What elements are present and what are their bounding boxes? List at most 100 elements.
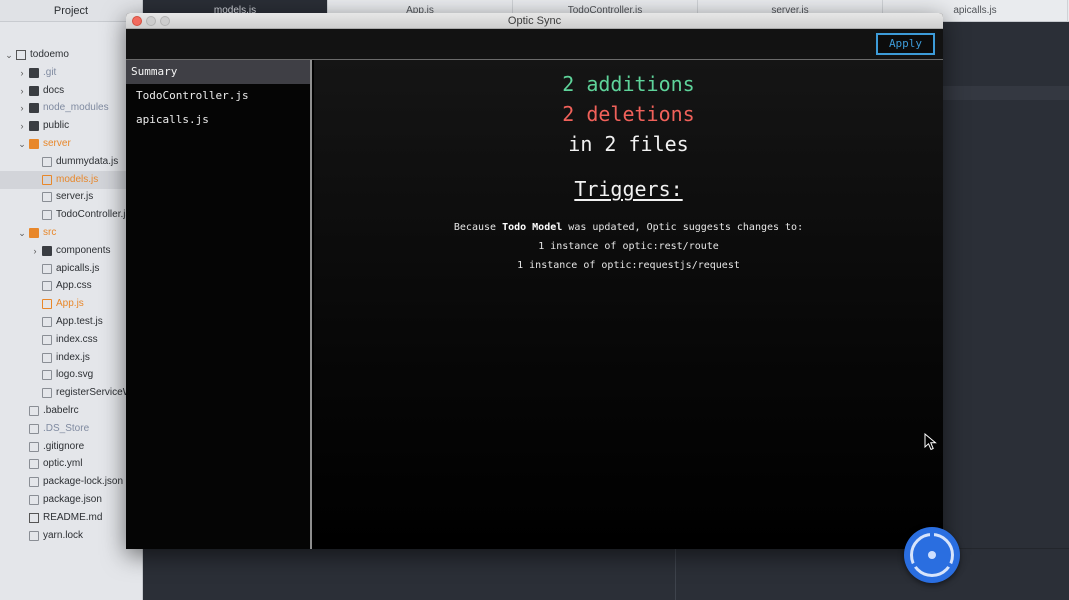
tree-item-label: yarn.lock bbox=[43, 529, 84, 541]
tree-item-label: server bbox=[43, 138, 71, 149]
tree-item[interactable]: apicalls.js bbox=[0, 260, 143, 278]
tree-item-label: index.css bbox=[56, 333, 98, 345]
file-icon bbox=[29, 495, 39, 505]
tree-item[interactable]: models.js bbox=[0, 170, 143, 189]
tree-item-label: README.md bbox=[43, 511, 103, 523]
tree-item[interactable]: ⌄ src bbox=[0, 224, 143, 242]
tree-item-label: .git bbox=[43, 66, 57, 78]
window-toolbar: Apply bbox=[126, 29, 943, 60]
file-icon bbox=[42, 388, 52, 399]
tree-item[interactable]: App.test.js bbox=[0, 313, 143, 331]
trigger-model-name: Todo Model bbox=[502, 222, 563, 233]
folder-icon bbox=[29, 85, 39, 96]
tree-item-label: package-lock.json bbox=[43, 476, 124, 488]
chevron-down-icon[interactable]: ⌄ bbox=[4, 46, 14, 64]
chevron-right-icon[interactable]: › bbox=[17, 99, 27, 117]
tree-item[interactable]: ⌄ server bbox=[0, 135, 143, 153]
tree-item[interactable]: › components bbox=[0, 242, 143, 260]
tree-item[interactable]: dummydata.js bbox=[0, 153, 143, 171]
tree-item-label: docs bbox=[43, 84, 65, 96]
file-icon bbox=[42, 156, 52, 167]
additions-count: 2 additions bbox=[562, 72, 695, 96]
tree-item[interactable]: README.md bbox=[0, 509, 143, 527]
file-icon bbox=[29, 423, 39, 434]
sidebar-item-summary[interactable]: Summary bbox=[126, 60, 310, 84]
tree-item-label: App.css bbox=[56, 280, 92, 292]
tree-item-label: package.json bbox=[43, 494, 102, 505]
file-icon bbox=[42, 317, 52, 327]
tree-item[interactable]: › node_modules bbox=[0, 99, 143, 117]
chevron-right-icon[interactable]: › bbox=[17, 82, 27, 100]
tree-item-label: App.test.js bbox=[56, 316, 103, 327]
trigger-prefix: Because bbox=[453, 222, 503, 233]
pane-split bbox=[675, 548, 676, 600]
tree-item[interactable]: package-lock.json bbox=[0, 473, 143, 491]
line-highlight bbox=[943, 86, 1069, 100]
tree-item[interactable]: logo.svg bbox=[0, 366, 143, 384]
tree-item[interactable]: server.js bbox=[0, 188, 143, 206]
folder-icon bbox=[42, 245, 52, 256]
optic-sync-window: Optic Sync Apply Summary TodoController.… bbox=[126, 13, 943, 549]
file-icon bbox=[29, 459, 39, 470]
summary-panel: 2 additions 2 deletions in 2 files Trigg… bbox=[314, 60, 943, 549]
tree-item[interactable]: App.css bbox=[0, 277, 143, 295]
tree-item[interactable]: › .git bbox=[0, 64, 143, 82]
file-icon bbox=[42, 192, 52, 203]
chevron-down-icon[interactable]: ⌄ bbox=[17, 224, 27, 242]
tree-item[interactable]: › public bbox=[0, 117, 143, 135]
tree-item[interactable]: App.js bbox=[0, 295, 143, 313]
window-titlebar[interactable]: Optic Sync bbox=[126, 13, 943, 29]
chevron-right-icon[interactable]: › bbox=[17, 64, 27, 82]
tree-item-label: TodoController.js bbox=[56, 209, 131, 221]
repo-icon bbox=[16, 50, 26, 60]
tree-item-label: todoemo bbox=[30, 49, 69, 60]
project-tree-panel: Project ⌄ todoemo › .git › docs › node_modules ›… bbox=[0, 0, 143, 600]
tree-item[interactable]: index.css bbox=[0, 331, 143, 349]
tree-item-label: apicalls.js bbox=[56, 262, 100, 274]
file-icon bbox=[42, 210, 52, 221]
tree-item[interactable]: index.js bbox=[0, 349, 143, 367]
apply-button[interactable]: Apply bbox=[876, 33, 935, 55]
tree-item[interactable]: .DS_Store bbox=[0, 420, 143, 438]
tree-item[interactable]: package.json bbox=[0, 491, 143, 509]
tree-item[interactable]: TodoController.js bbox=[0, 206, 143, 224]
folder-icon bbox=[29, 228, 39, 238]
file-icon bbox=[42, 352, 52, 363]
file-icon bbox=[42, 281, 52, 292]
deletions-count: 2 deletions bbox=[562, 102, 695, 126]
tree-item-label: dummydata.js bbox=[56, 155, 119, 167]
tree-item-label: node_modules bbox=[43, 102, 109, 114]
widget-ring-gap bbox=[930, 531, 934, 539]
tree-item-label: public bbox=[43, 120, 70, 132]
tree-item[interactable]: › docs bbox=[0, 82, 143, 100]
project-panel-title: Project bbox=[0, 0, 142, 22]
folder-icon bbox=[29, 121, 39, 132]
tree-item[interactable]: .babelrc bbox=[0, 402, 143, 420]
file-icon bbox=[29, 530, 39, 541]
tree-item-label: components bbox=[56, 244, 111, 256]
tree-item-label: src bbox=[43, 227, 57, 238]
widget-center-dot bbox=[928, 551, 936, 559]
folder-icon bbox=[29, 103, 39, 114]
file-icon bbox=[42, 334, 52, 345]
sidebar-item-todocontroller[interactable]: TodoController.js bbox=[126, 84, 310, 108]
tree-item[interactable]: registerServiceW bbox=[0, 384, 143, 402]
tree-item-label: .babelrc bbox=[43, 405, 79, 416]
file-icon bbox=[42, 370, 52, 381]
chevron-right-icon[interactable]: › bbox=[17, 117, 27, 135]
tree-item[interactable]: yarn.lock bbox=[0, 527, 143, 545]
folder-icon bbox=[29, 139, 39, 149]
files-count: in 2 files bbox=[568, 132, 689, 156]
tree-item-label: registerServiceW bbox=[56, 387, 133, 399]
tree-item-label: models.js bbox=[56, 173, 99, 185]
tree-item[interactable]: optic.yml bbox=[0, 455, 143, 473]
optic-widget-button[interactable] bbox=[904, 527, 960, 583]
tree-item[interactable]: .gitignore bbox=[0, 438, 143, 456]
window-title: Optic Sync bbox=[507, 15, 562, 27]
file-icon bbox=[29, 477, 39, 488]
sidebar-item-apicalls[interactable]: apicalls.js bbox=[126, 108, 310, 132]
tree-item[interactable]: ⌄ todoemo bbox=[0, 46, 143, 64]
chevron-right-icon[interactable]: › bbox=[30, 242, 40, 260]
chevron-down-icon[interactable]: ⌄ bbox=[17, 135, 27, 153]
file-icon bbox=[42, 174, 52, 185]
